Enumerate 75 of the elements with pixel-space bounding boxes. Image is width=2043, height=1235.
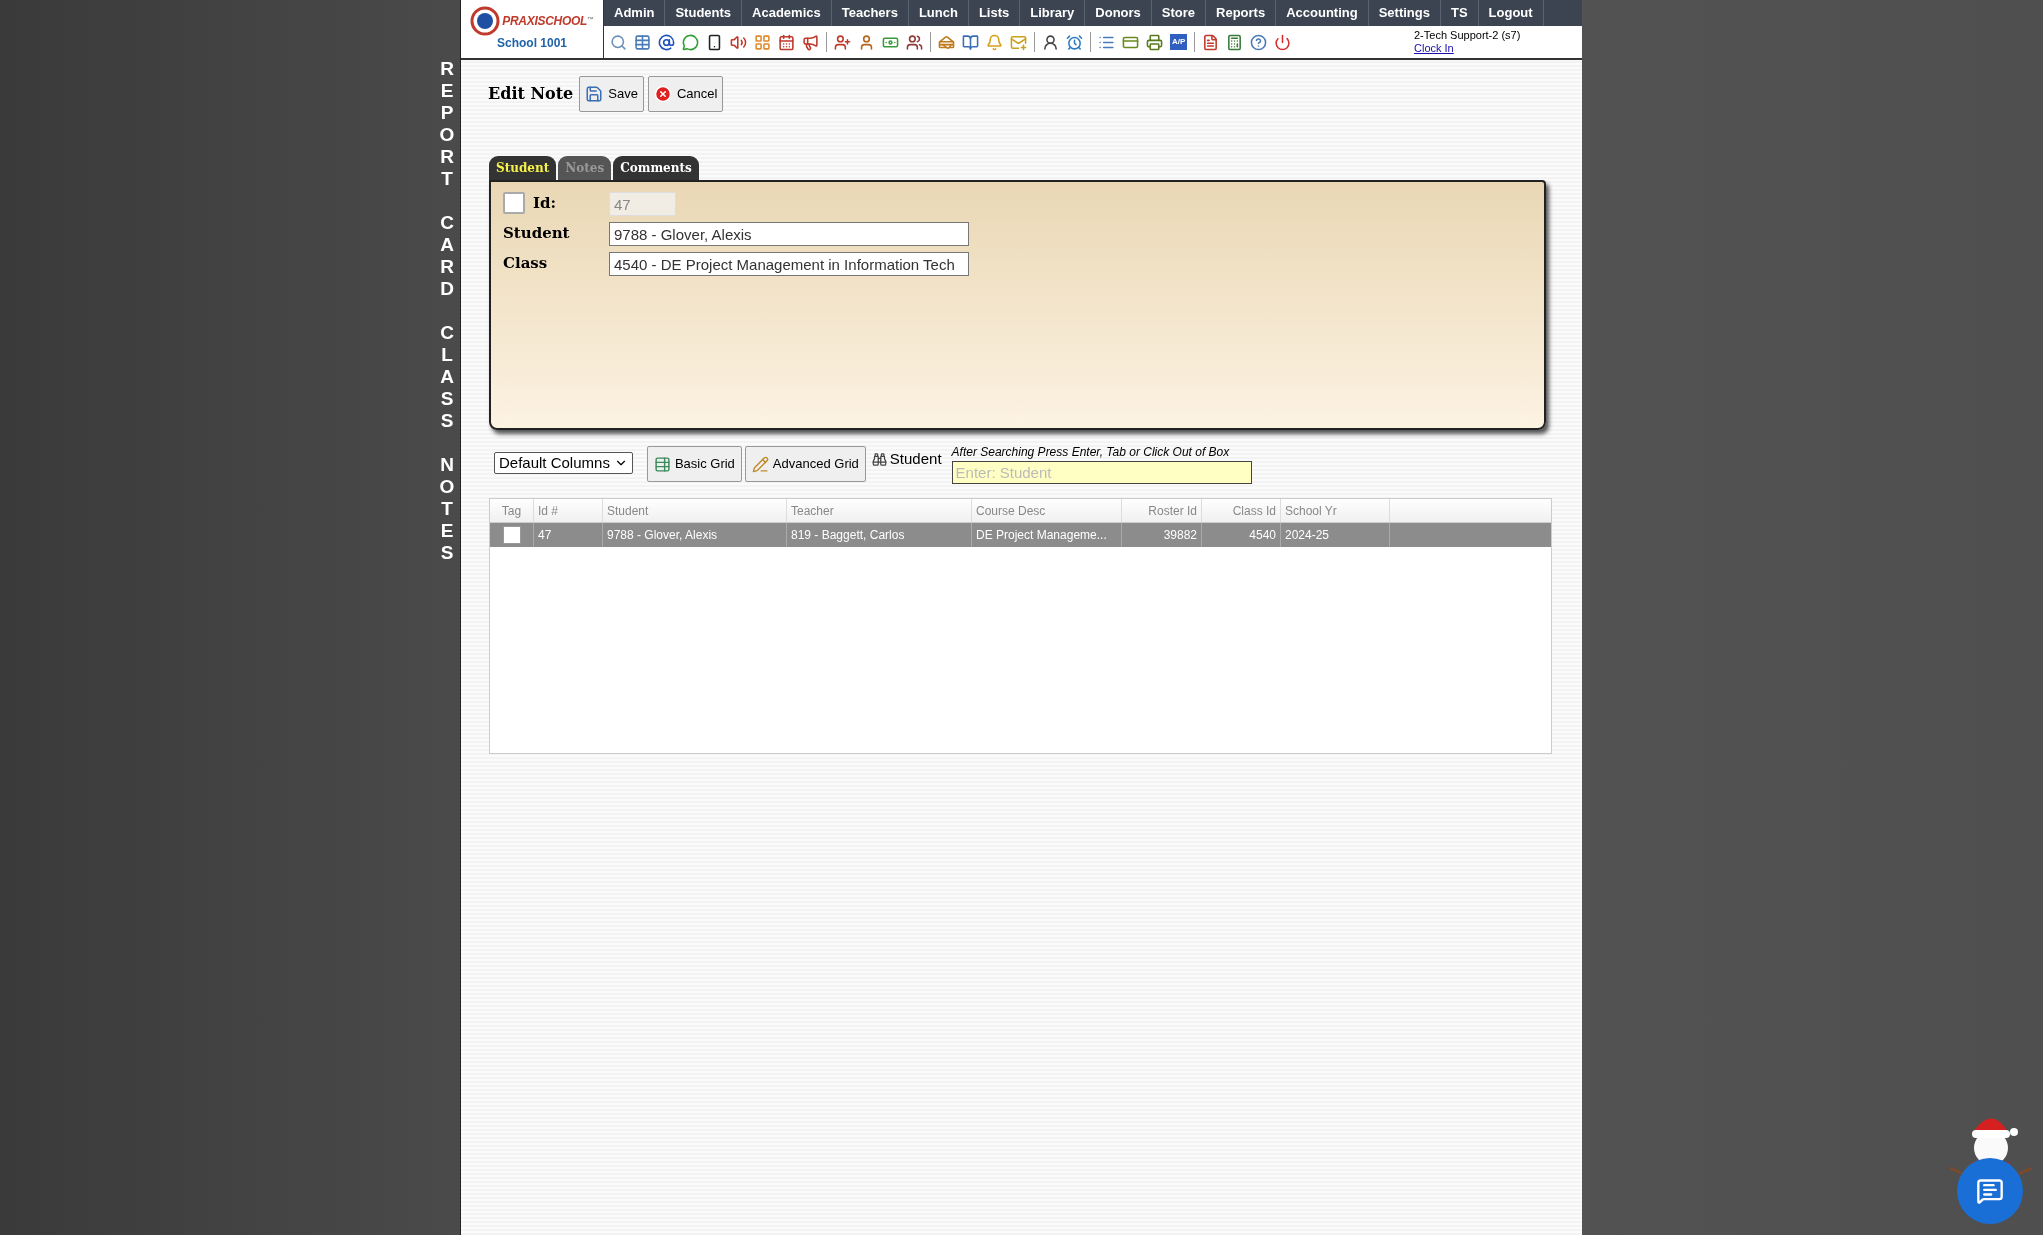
pencil-icon (751, 455, 769, 473)
text-field[interactable]: 4540 - DE Project Management in Information Tech (609, 252, 969, 276)
printer-icon[interactable] (1146, 33, 1163, 51)
table-cell: 9788 - Glover, Alexis (603, 523, 787, 547)
bell-icon[interactable] (986, 33, 1003, 51)
document-icon[interactable] (1202, 33, 1220, 51)
speaker-icon[interactable] (730, 33, 747, 51)
grid-icon[interactable] (754, 33, 771, 51)
field-label: Class (503, 253, 548, 274)
table-icon (653, 455, 671, 473)
menu-item[interactable]: TS (1440, 0, 1479, 26)
field-label: Student (503, 223, 570, 244)
chat-icon[interactable] (682, 33, 699, 51)
user-icon[interactable] (858, 33, 875, 51)
menu-item[interactable]: Lunch (908, 0, 969, 26)
cancel-button[interactable]: Cancel (647, 76, 724, 112)
logo-emblem-icon (470, 6, 501, 36)
binoculars-icon (871, 451, 887, 467)
advanced-grid-button[interactable]: Advanced Grid (744, 446, 866, 482)
text-field[interactable]: 9788 - Glover, Alexis (609, 222, 969, 246)
help-icon[interactable] (1250, 33, 1268, 51)
menu-item[interactable]: Logout (1478, 0, 1544, 26)
clock-icon[interactable] (1066, 33, 1083, 51)
table-cell: 47 (534, 523, 603, 547)
clock-in-link[interactable]: Clock In (1414, 42, 1454, 55)
menu-item[interactable]: Academics (742, 0, 832, 26)
search-hint: After Searching Press Enter, Tab or Click Out of Box (951, 444, 1231, 461)
tab[interactable]: Comments (613, 156, 699, 180)
phone-icon[interactable] (706, 33, 723, 51)
user-add-icon[interactable] (834, 33, 851, 51)
basic-grid-button[interactable]: Basic Grid (646, 446, 742, 482)
vertical-page-title: REPORT CARD CLASS NOTES (438, 58, 456, 565)
menu-item[interactable]: Admin (604, 0, 666, 26)
menu-item[interactable]: Donors (1085, 0, 1152, 26)
column-header[interactable]: School Yr (1281, 499, 1390, 522)
column-header[interactable]: Id # (534, 499, 603, 522)
accounts-payable-icon[interactable]: A/P (1170, 34, 1188, 50)
logo[interactable]: PRAXISCHOOL$^{™}$ School 1001 (461, 0, 604, 58)
editor-title: Edit Note (488, 83, 574, 105)
menu-item[interactable]: Accounting (1276, 0, 1369, 26)
table-cell: 39882 (1122, 523, 1202, 547)
menu-item[interactable]: Teachers (831, 0, 909, 26)
field-label: Id: (533, 193, 557, 214)
column-set-dropdown[interactable]: Default Columns (494, 452, 633, 474)
student-search-field[interactable]: Enter: Student (951, 461, 1252, 484)
table-icon[interactable] (634, 33, 651, 51)
tag-checkbox[interactable] (503, 192, 525, 215)
user-name: 2-Tech Support-2 (s7) (1414, 29, 1522, 42)
save-button[interactable]: Save (579, 76, 644, 112)
table-cell: 2024-25 (1281, 523, 1390, 547)
menu-item[interactable]: Store (1151, 0, 1207, 26)
table-cell: 4540 (1202, 523, 1281, 547)
search-label: Student (889, 449, 942, 469)
menu-item[interactable]: Reports (1206, 0, 1277, 26)
menu-item[interactable]: Library (1020, 0, 1086, 26)
sandwich-icon[interactable] (938, 33, 955, 51)
power-icon[interactable] (1274, 33, 1292, 51)
menu-item[interactable]: Students (665, 0, 743, 26)
tab[interactable]: Student (489, 156, 557, 180)
mail-icon[interactable] (1010, 33, 1027, 51)
search-icon[interactable] (610, 33, 627, 51)
table-cell: 819 - Baggett, Carlos (787, 523, 972, 547)
calendar-icon[interactable] (778, 33, 795, 51)
chat-icon (1976, 1177, 2004, 1205)
book-icon[interactable] (962, 33, 979, 51)
at-sign-icon[interactable] (658, 33, 675, 51)
menu-item[interactable]: Settings (1368, 0, 1441, 26)
megaphone-icon[interactable] (802, 33, 819, 51)
register-icon[interactable] (1226, 33, 1244, 51)
close-icon (653, 85, 672, 103)
person-icon[interactable] (1042, 33, 1059, 51)
users-icon[interactable] (906, 33, 923, 51)
menu-item[interactable]: Lists (968, 0, 1021, 26)
table-cell: DE Project Manageme... (972, 523, 1122, 547)
row-checkbox[interactable] (502, 526, 521, 544)
